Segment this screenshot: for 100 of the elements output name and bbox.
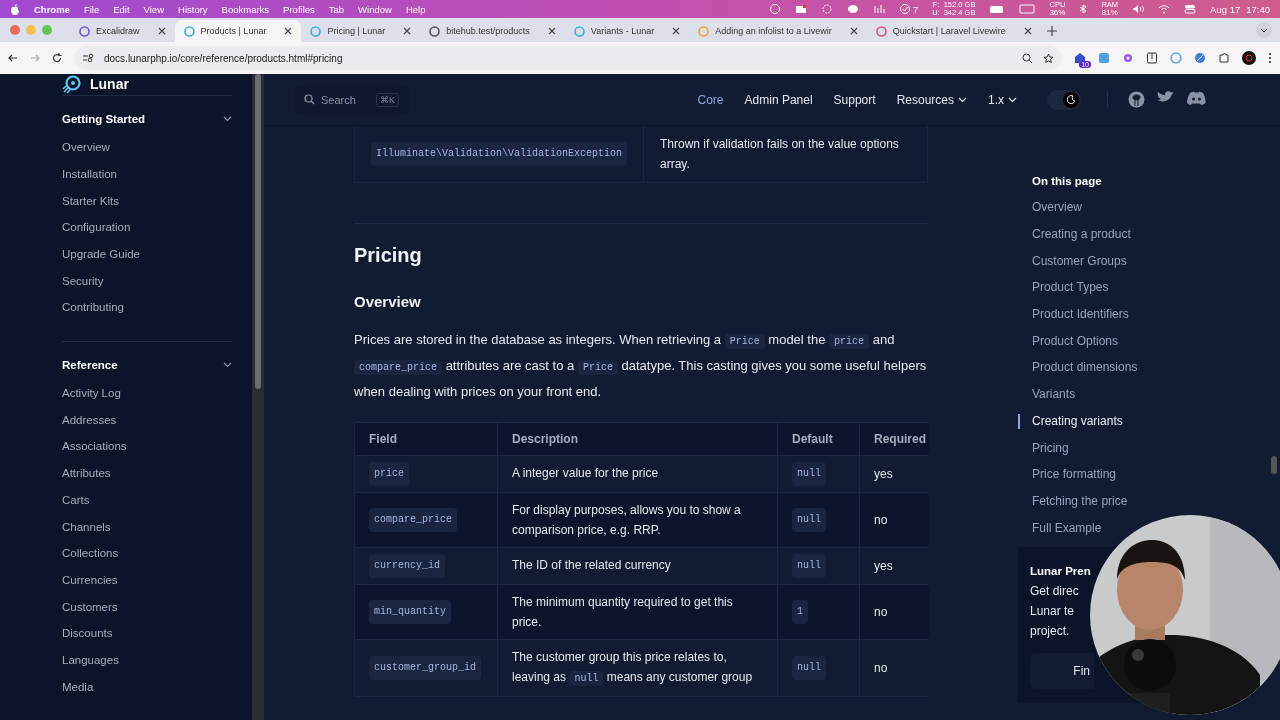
back-icon[interactable]: [8, 53, 18, 63]
browser-tab[interactable]: Quickstart | Laravel Livewire: [866, 20, 1041, 42]
toc-link[interactable]: Fetching the price: [1018, 487, 1128, 515]
site-settings-icon[interactable]: [82, 53, 94, 63]
sidebar-item[interactable]: Collections: [62, 539, 232, 567]
extension-icon[interactable]: [1074, 52, 1086, 64]
menu-item[interactable]: Edit: [113, 3, 130, 15]
toc-link[interactable]: Customer Groups: [1018, 247, 1127, 275]
status-icon[interactable]: [768, 4, 781, 14]
sidebar-item[interactable]: Addresses: [62, 406, 232, 434]
toc-link[interactable]: Product Types: [1018, 274, 1109, 301]
extension-icon[interactable]: [1146, 52, 1158, 64]
toc-link[interactable]: Product dimensions: [1018, 354, 1138, 381]
screen-share-icon[interactable]: [1019, 4, 1036, 14]
zoom-icon[interactable]: [1022, 52, 1033, 64]
sidebar-item[interactable]: Configuration: [62, 214, 232, 241]
wifi-icon[interactable]: [1158, 4, 1171, 14]
menu-item[interactable]: Bookmarks: [221, 3, 270, 15]
gear-icon[interactable]: [1122, 52, 1134, 64]
volume-icon[interactable]: [1132, 4, 1145, 14]
toc-link[interactable]: Creating variants: [1018, 407, 1123, 435]
nav-link[interactable]: Support: [833, 92, 876, 107]
sidebar-item[interactable]: Upgrade Guide: [62, 240, 232, 268]
profile-avatar[interactable]: [1242, 51, 1256, 65]
checkmark-icon[interactable]: [898, 4, 911, 14]
toc-link[interactable]: Overview: [1018, 194, 1082, 221]
toc-link[interactable]: Price formatting: [1018, 460, 1117, 488]
toc-link[interactable]: Product Options: [1018, 327, 1119, 355]
app-menu[interactable]: Chrome: [34, 3, 70, 15]
code-snippet: min_quantity: [369, 600, 451, 624]
sidebar-item[interactable]: Attributes: [62, 459, 232, 487]
sidebar-item[interactable]: Carts: [62, 486, 232, 514]
close-icon[interactable]: [403, 27, 412, 35]
menu-item[interactable]: Profiles: [283, 3, 315, 15]
github-icon[interactable]: [1128, 91, 1145, 108]
site-logo-text[interactable]: Lunar: [90, 76, 129, 93]
tab-title: Pricing | Lunar: [327, 26, 386, 36]
close-icon[interactable]: [849, 27, 858, 35]
clock-date[interactable]: Aug 17: [1210, 3, 1241, 15]
toc-link[interactable]: Variants: [1018, 380, 1076, 408]
toc-link[interactable]: Creating a product: [1018, 220, 1131, 248]
close-icon[interactable]: [547, 27, 556, 35]
sidebar-item[interactable]: Starter Kits: [62, 187, 232, 214]
sidebar-item[interactable]: Overview: [62, 133, 232, 161]
menu-item[interactable]: File: [83, 3, 100, 15]
sidebar-group-toggle[interactable]: Getting Started: [62, 109, 232, 129]
nav-link[interactable]: Admin Panel: [744, 92, 813, 107]
toc-link[interactable]: Full Example: [1018, 514, 1102, 541]
bookmark-star-icon[interactable]: [1043, 52, 1054, 64]
sidebar-item[interactable]: Currencies: [62, 566, 232, 594]
favicon-icon: [310, 25, 322, 37]
status-icon[interactable]: [794, 4, 807, 14]
nav-link[interactable]: 1.x: [988, 92, 1017, 107]
nav-link[interactable]: Resources: [896, 92, 967, 107]
puzzle-icon[interactable]: [1218, 52, 1230, 64]
promo-button[interactable]: Fin: [1030, 652, 1094, 689]
sidebar-item[interactable]: Associations: [62, 433, 232, 460]
status-icon[interactable]: [820, 4, 833, 14]
tab-search-icon[interactable]: [1256, 22, 1272, 38]
sidebar-item[interactable]: Customers: [62, 593, 232, 620]
sidebar-item[interactable]: Languages: [62, 646, 232, 674]
clock-time[interactable]: 17:40: [1246, 3, 1270, 15]
toc-link[interactable]: Product Identifiers: [1018, 300, 1129, 328]
search-field[interactable]: Search ⌘K: [294, 84, 409, 115]
toc-link[interactable]: Pricing: [1018, 434, 1069, 461]
sidebar-scrollbar[interactable]: [252, 74, 264, 720]
discord-icon[interactable]: [1187, 91, 1206, 106]
menu-item[interactable]: Tab: [328, 3, 345, 15]
reload-icon[interactable]: [52, 53, 62, 63]
address-bar[interactable]: docs.lunarphp.io/core/reference/products.html#pricing: [74, 46, 1062, 70]
close-icon[interactable]: [1023, 27, 1032, 35]
bluetooth-icon[interactable]: [1079, 4, 1088, 14]
browser-tab[interactable]: Adding an infolist to a Livewir: [689, 20, 867, 42]
menu-item[interactable]: Help: [405, 3, 426, 15]
more-menu-icon[interactable]: [1268, 52, 1272, 64]
close-icon[interactable]: [284, 27, 293, 35]
sidebar-item[interactable]: Installation: [62, 160, 232, 188]
new-tab-icon[interactable]: [1046, 26, 1057, 36]
nav-link[interactable]: Core: [697, 92, 724, 107]
browser-tab[interactable]: Products | Lunar: [174, 20, 302, 42]
menu-item[interactable]: Window: [358, 3, 392, 15]
battery-icon[interactable]: [989, 4, 1006, 14]
sidebar-item[interactable]: Discounts: [62, 619, 232, 647]
close-icon[interactable]: [672, 27, 681, 35]
browser-tab[interactable]: Excalidraw: [70, 20, 175, 42]
sidebar-item[interactable]: Security: [62, 267, 232, 295]
sidebar-item[interactable]: Media: [62, 673, 232, 700]
browser-tab[interactable]: bitehub.test/products: [420, 20, 565, 42]
sidebar-group-toggle[interactable]: Reference: [62, 355, 232, 375]
close-icon[interactable]: [157, 27, 166, 35]
browser-tab[interactable]: Pricing | Lunar: [301, 20, 421, 42]
menu-item[interactable]: History: [178, 3, 208, 15]
menu-item[interactable]: View: [143, 3, 164, 15]
browser-tab[interactable]: Variants - Lunar: [564, 20, 690, 42]
sidebar-item[interactable]: Contributing: [62, 294, 232, 321]
sidebar-item[interactable]: Channels: [62, 513, 232, 540]
control-center-icon[interactable]: [1184, 4, 1197, 14]
apple-icon[interactable]: [10, 3, 20, 15]
theme-switch[interactable]: [1047, 89, 1081, 110]
sidebar-item[interactable]: Activity Log: [62, 379, 232, 407]
